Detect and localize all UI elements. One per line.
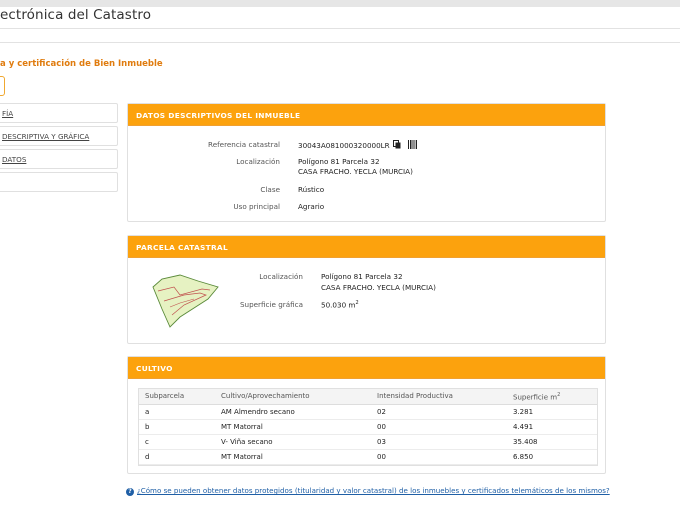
help-link[interactable]: ? ¿Cómo se pueden obtener datos protegido… [126, 486, 610, 496]
menu-item-datos[interactable]: DATOS [0, 149, 118, 169]
cell-intensidad: 03 [371, 434, 507, 450]
table-row: d MT Matorral 00 6.850 [139, 449, 597, 465]
class-value: Rústico [298, 185, 325, 194]
ref-label: Referencia catastral [208, 140, 280, 149]
crops-table: Subparcela Cultivo/Aprovechamiento Inten… [139, 389, 597, 465]
cell-cultivo: MT Matorral [215, 419, 371, 435]
cell-intensidad: 02 [371, 404, 507, 420]
use-label: Uso principal [233, 202, 280, 211]
parcel-map-thumbnail[interactable] [150, 273, 222, 329]
surface-value-group: 50.030 m2 [321, 300, 359, 309]
parcel-loc-line2: CASA FRACHO. YECLA (MURCIA) [321, 283, 436, 292]
cell-cultivo: V- Viña secano [215, 434, 371, 450]
site-title: ectrónica del Catastro [0, 7, 152, 23]
table-row: b MT Matorral 00 4.491 [139, 419, 597, 435]
parcel-panel: PARCELA CATASTRAL Localización Polígono … [127, 235, 606, 344]
cell-cultivo: MT Matorral [215, 449, 371, 465]
cell-subparcela: c [139, 434, 215, 450]
col-header-superficie-text: Superficie m [513, 392, 558, 401]
ref-value: 30043A081000320000LR [298, 141, 390, 150]
menu-item-cartografia[interactable]: FÍA [0, 103, 118, 123]
loc-line2: CASA FRACHO. YECLA (MURCIA) [298, 167, 413, 176]
parcel-panel-title: PARCELA CATASTRAL [128, 236, 605, 258]
cell-superficie: 6.850 [507, 449, 597, 465]
cell-subparcela: b [139, 419, 215, 435]
barcode-icon[interactable] [408, 140, 418, 149]
cell-superficie: 3.281 [507, 404, 597, 420]
cell-subparcela: a [139, 404, 215, 420]
menu-item-empty[interactable] [0, 172, 118, 192]
help-link-text[interactable]: ¿Cómo se pueden obtener datos protegidos… [137, 486, 610, 495]
surface-value: 50.030 m [321, 300, 356, 310]
table-row: a AM Almendro secano 02 3.281 [139, 404, 597, 420]
col-header-superficie-exp: 2 [557, 391, 561, 398]
col-header-superficie: Superficie m2 [507, 389, 597, 405]
loc-label: Localización [236, 157, 280, 166]
col-header-subparcela: Subparcela [139, 389, 215, 405]
surface-label: Superficie gráfica [239, 300, 303, 309]
cell-cultivo: AM Almendro secano [215, 404, 371, 420]
cell-superficie: 4.491 [507, 419, 597, 435]
table-header-row: Subparcela Cultivo/Aprovechamiento Inten… [139, 389, 597, 405]
ref-value-group: 30043A081000320000LR [298, 140, 418, 150]
side-menu: FÍA DESCRIPTIVA Y GRÁFICA DATOS [0, 103, 118, 195]
loc-line1: Polígono 81 Parcela 32 [298, 157, 380, 166]
crops-panel-title: CULTIVO [128, 357, 605, 379]
question-icon: ? [126, 488, 134, 496]
page-subtitle: a y certificación de Bien Inmueble [0, 59, 163, 69]
class-label: Clase [260, 185, 280, 194]
surface-unit-exponent: 2 [355, 300, 359, 306]
cell-subparcela: d [139, 449, 215, 465]
col-header-cultivo: Cultivo/Aprovechamiento [215, 389, 371, 405]
cell-intensidad: 00 [371, 449, 507, 465]
top-bar [0, 0, 680, 7]
crops-panel: CULTIVO Subparcela Cultivo/Aprovechamien… [127, 356, 606, 474]
nav-divider [0, 42, 680, 43]
col-header-intensidad: Intensidad Productiva [371, 389, 507, 405]
descriptive-panel-title: DATOS DESCRIPTIVOS DEL INMUEBLE [128, 104, 605, 126]
header-divider [0, 28, 680, 29]
use-value: Agrario [298, 202, 325, 211]
copy-icon[interactable] [392, 140, 401, 149]
parcel-loc-line1: Polígono 81 Parcela 32 [321, 272, 403, 281]
menu-item-descriptiva-grafica[interactable]: DESCRIPTIVA Y GRÁFICA [0, 126, 118, 146]
cell-intensidad: 00 [371, 419, 507, 435]
back-button[interactable] [0, 76, 5, 96]
table-row: c V- Viña secano 03 35.408 [139, 434, 597, 450]
descriptive-data-panel: DATOS DESCRIPTIVOS DEL INMUEBLE Referenc… [127, 103, 606, 222]
parcel-loc-label: Localización [259, 272, 303, 281]
cell-superficie: 35.408 [507, 434, 597, 450]
